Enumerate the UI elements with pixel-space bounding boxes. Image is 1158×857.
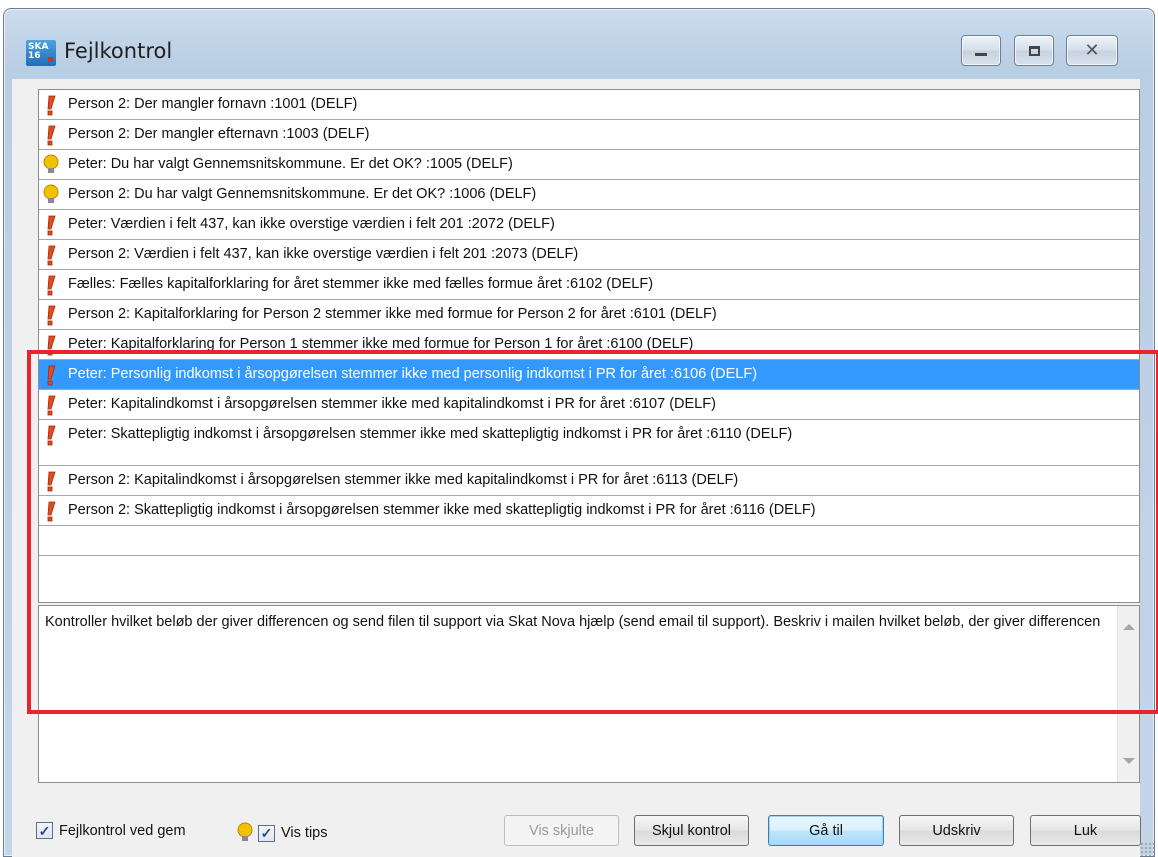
list-item[interactable]: Peter: Værdien i felt 437, kan ikke over…	[39, 210, 1139, 240]
app-icon-label: SKA 16	[28, 42, 49, 61]
list-item-text: Peter: Kapitalindkomst i årsopgørelsen s…	[68, 396, 716, 412]
fejlkontrol-window: SKA 16 Fejlkontrol ✕ Person 2: Der mangl…	[3, 8, 1155, 857]
list-item-text: Fælles: Fælles kapitalforklaring for åre…	[68, 276, 654, 292]
vis-skjulte-button[interactable]: Vis skjulte	[504, 815, 619, 846]
list-item-text: Person 2: Der mangler efternavn :1003 (D…	[68, 126, 370, 142]
lightbulb-icon	[43, 154, 59, 173]
checkbox-tips-box[interactable]: ✓	[258, 824, 275, 842]
list-item-text: Peter: Skattepligtig indkomst i årsopgør…	[68, 426, 793, 442]
list-item[interactable]: Peter: Skattepligtig indkomst i årsopgør…	[39, 420, 1139, 466]
list-item-text: Peter: Personlig indkomst i årsopgørelse…	[68, 366, 758, 382]
exclamation-icon	[47, 125, 56, 146]
minimize-icon	[975, 53, 987, 56]
close-icon: ✕	[1084, 40, 1100, 60]
exclamation-icon	[47, 305, 56, 326]
detail-textbox[interactable]: Kontroller hvilket beløb der giver diffe…	[38, 605, 1140, 783]
error-list[interactable]: Person 2: Der mangler fornavn :1001 (DEL…	[38, 89, 1140, 603]
exclamation-icon	[47, 395, 56, 416]
maximize-button[interactable]	[1014, 35, 1054, 66]
client-area: Person 2: Der mangler fornavn :1001 (DEL…	[12, 79, 1141, 857]
list-item-text: Person 2: Kapitalforklaring for Person 2…	[68, 306, 717, 322]
minimize-button[interactable]	[961, 35, 1001, 66]
app-icon-accent	[48, 57, 53, 62]
app-icon: SKA 16	[26, 40, 56, 66]
detail-scrollbar[interactable]	[1117, 606, 1139, 782]
title-bar[interactable]: SKA 16 Fejlkontrol ✕	[4, 9, 1154, 79]
list-item[interactable]: Peter: Du har valgt Gennemsnitskommune. …	[39, 150, 1139, 180]
list-item[interactable]: Person 2: Værdien i felt 437, kan ikke o…	[39, 240, 1139, 270]
scroll-up-icon[interactable]	[1123, 624, 1135, 630]
list-item[interactable]: Peter: Kapitalindkomst i årsopgørelsen s…	[39, 390, 1139, 420]
list-item[interactable]: Peter: Kapitalforklaring for Person 1 st…	[39, 330, 1139, 360]
window-title: Fejlkontrol	[64, 39, 173, 63]
exclamation-icon	[47, 425, 56, 446]
exclamation-icon	[47, 245, 56, 266]
checkbox-tips-label: Vis tips	[281, 825, 328, 841]
list-item-empty[interactable]	[39, 526, 1139, 556]
list-item[interactable]: Person 2: Kapitalforklaring for Person 2…	[39, 300, 1139, 330]
exclamation-icon	[47, 275, 56, 296]
checkbox-save-box[interactable]: ✓	[36, 822, 53, 839]
lightbulb-icon	[237, 822, 253, 841]
scroll-down-icon[interactable]	[1123, 758, 1135, 764]
list-item[interactable]: Person 2: Skattepligtig indkomst i årsop…	[39, 496, 1139, 526]
checkbox-save-label: Fejlkontrol ved gem	[59, 822, 186, 839]
close-button[interactable]: ✕	[1066, 35, 1118, 66]
exclamation-icon	[47, 365, 56, 386]
list-item[interactable]: Person 2: Kapitalindkomst i årsopgørelse…	[39, 466, 1139, 496]
exclamation-icon	[47, 335, 56, 356]
resize-grip[interactable]	[1140, 842, 1154, 856]
list-item-text: Peter: Du har valgt Gennemsnitskommune. …	[68, 156, 513, 172]
list-item-text: Person 2: Kapitalindkomst i årsopgørelse…	[68, 472, 739, 488]
list-item-text: Person 2: Der mangler fornavn :1001 (DEL…	[68, 96, 358, 112]
list-item-empty[interactable]	[39, 556, 1139, 602]
exclamation-icon	[47, 501, 56, 522]
udskriv-button[interactable]: Udskriv	[899, 815, 1014, 846]
ga-til-button[interactable]: Gå til	[768, 815, 884, 846]
exclamation-icon	[47, 215, 56, 236]
list-item[interactable]: Person 2: Der mangler fornavn :1001 (DEL…	[39, 90, 1139, 120]
exclamation-icon	[47, 95, 56, 116]
exclamation-icon	[47, 471, 56, 492]
list-item-text: Peter: Værdien i felt 437, kan ikke over…	[68, 216, 555, 232]
list-item[interactable]: Fælles: Fælles kapitalforklaring for åre…	[39, 270, 1139, 300]
lightbulb-icon	[43, 184, 59, 203]
luk-button[interactable]: Luk	[1030, 815, 1141, 846]
fejlkontrol-ved-gem-checkbox[interactable]: ✓ Fejlkontrol ved gem	[36, 822, 186, 839]
list-item[interactable]: Person 2: Der mangler efternavn :1003 (D…	[39, 120, 1139, 150]
list-item[interactable]: Peter: Personlig indkomst i årsopgørelse…	[39, 360, 1139, 390]
list-item-text: Person 2: Værdien i felt 437, kan ikke o…	[68, 246, 579, 262]
skjul-kontrol-button[interactable]: Skjul kontrol	[634, 815, 749, 846]
list-item-text: Peter: Kapitalforklaring for Person 1 st…	[68, 336, 694, 352]
vis-tips-checkbox[interactable]: ✓ Vis tips	[236, 822, 327, 844]
maximize-icon	[1028, 45, 1040, 56]
check-mark-icon: ✓	[260, 825, 273, 841]
detail-text: Kontroller hvilket beløb der giver diffe…	[45, 614, 1101, 630]
check-mark-icon: ✓	[38, 822, 51, 839]
list-item[interactable]: Person 2: Du har valgt Gennemsnitskommun…	[39, 180, 1139, 210]
list-item-text: Person 2: Du har valgt Gennemsnitskommun…	[68, 186, 537, 202]
list-item-text: Person 2: Skattepligtig indkomst i årsop…	[68, 502, 816, 518]
